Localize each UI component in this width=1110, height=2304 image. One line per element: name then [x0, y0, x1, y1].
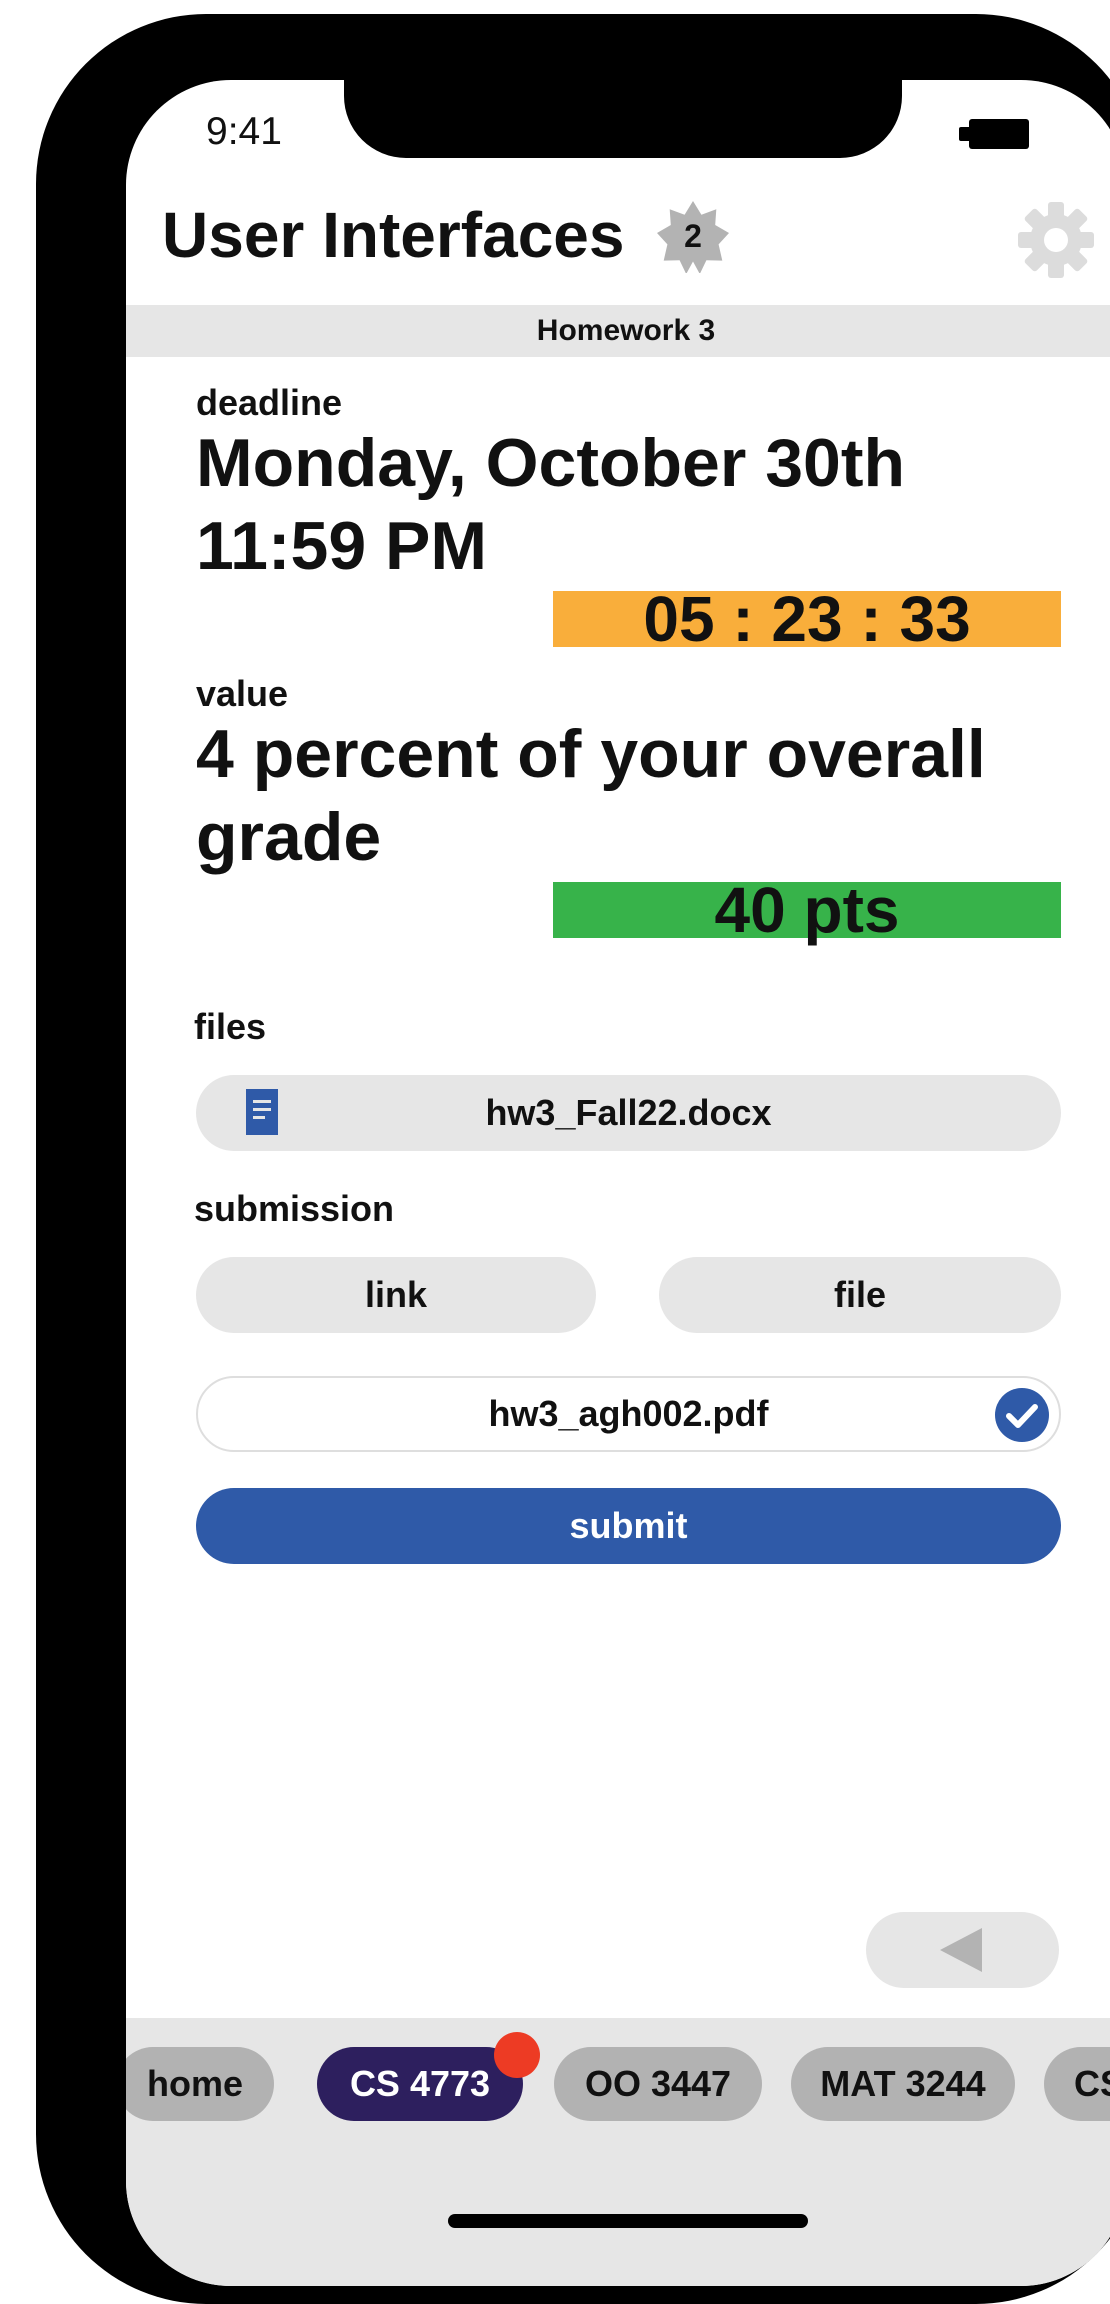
assignment-name-bar: Homework 3 — [126, 305, 1110, 357]
back-arrow-icon — [940, 1928, 982, 1972]
link-button[interactable]: link — [196, 1257, 596, 1333]
home-indicator — [448, 2214, 808, 2228]
status-time: 9:41 — [206, 110, 282, 153]
check-circle-icon — [995, 1388, 1049, 1442]
phone-frame: 9:41 User Interfaces 2 Homework 3 deadli… — [36, 14, 1110, 2304]
tab-cs-4773[interactable]: CS 4773 — [317, 2047, 523, 2121]
deadline-time: 11:59 PM — [196, 508, 488, 584]
file-item[interactable]: hw3_Fall22.docx — [196, 1075, 1061, 1151]
tab-cs[interactable]: CS — [1044, 2047, 1110, 2121]
selected-file-name: hw3_agh002.pdf — [488, 1393, 769, 1434]
back-button[interactable] — [866, 1912, 1059, 1988]
screen: 9:41 User Interfaces 2 Homework 3 deadli… — [126, 80, 1110, 2286]
notch — [344, 80, 902, 158]
value-label: value — [196, 673, 289, 714]
document-icon — [246, 1089, 278, 1135]
value-text-line1: 4 percent of your overall — [196, 716, 986, 792]
notification-badge[interactable]: 2 — [656, 199, 730, 273]
value-text-line2: grade — [196, 799, 382, 875]
gear-icon[interactable] — [1016, 200, 1096, 280]
submit-button[interactable]: submit — [196, 1488, 1061, 1564]
page-title: User Interfaces — [162, 199, 625, 271]
deadline-date: Monday, October 30th — [196, 425, 906, 501]
points-badge: 40 pts — [553, 878, 1061, 942]
submission-label: submission — [194, 1188, 395, 1229]
tab-home[interactable]: home — [126, 2047, 274, 2121]
file-name: hw3_Fall22.docx — [485, 1092, 772, 1133]
tab-oo-3447[interactable]: OO 3447 — [554, 2047, 762, 2121]
battery-icon — [959, 119, 1029, 149]
files-label: files — [194, 1006, 267, 1047]
tab-mat-3244[interactable]: MAT 3244 — [791, 2047, 1015, 2121]
countdown-timer: 05 : 23 : 33 — [553, 587, 1061, 651]
file-button[interactable]: file — [659, 1257, 1061, 1333]
badge-count: 2 — [684, 218, 702, 254]
selected-file-field[interactable]: hw3_agh002.pdf — [196, 1376, 1061, 1452]
deadline-label: deadline — [196, 382, 343, 423]
notification-dot — [494, 2032, 540, 2078]
